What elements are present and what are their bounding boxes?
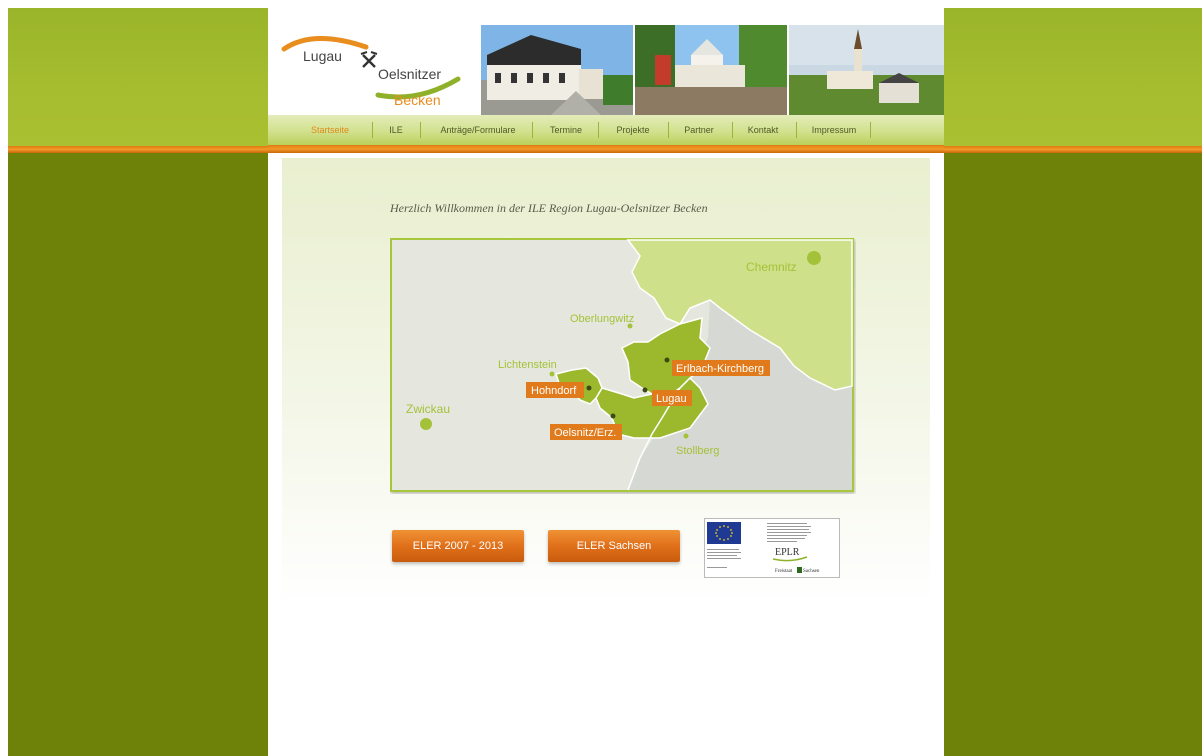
sachsen-text: Sachsen <box>803 569 820 574</box>
logo-word-oelsnitzer: Oelsnitzer <box>378 66 441 82</box>
nav-separator <box>372 122 373 138</box>
map-tag-hohndorf-label: Hohndorf <box>531 385 577 397</box>
map-tag-erlbach-label: Erlbach-Kirchberg <box>676 363 764 375</box>
map-label-zwickau: Zwickau <box>406 402 450 416</box>
nav-item-projekte[interactable]: Projekte <box>604 115 662 145</box>
nav-separator <box>668 122 669 138</box>
map-label-lichtenstein: Lichtenstein <box>498 359 557 371</box>
header-photo-church <box>789 25 944 115</box>
eler-2007-2013-button[interactable]: ELER 2007 - 2013 <box>392 530 524 562</box>
map-label-oberlungwitz: Oberlungwitz <box>570 313 634 325</box>
welcome-heading: Herzlich Willkommen in der ILE Region Lu… <box>390 201 708 215</box>
eplr-text: EPLR <box>775 547 800 558</box>
map-tag-erlbach-kirchberg[interactable]: Erlbach-Kirchberg <box>672 360 770 376</box>
nav-orange-stripe <box>268 145 944 153</box>
main-content: Herzlich Willkommen in der ILE Region Lu… <box>282 158 930 756</box>
hammer-pick-icon <box>360 51 378 68</box>
nav-item-partner[interactable]: Partner <box>674 115 724 145</box>
header: Lugau Oelsnitzer Becken <box>268 25 944 115</box>
logo-word-becken: Becken <box>394 92 441 108</box>
map-label-chemnitz: Chemnitz <box>746 260 797 274</box>
nav-separator <box>732 122 733 138</box>
nav-item-antraege-formulare[interactable]: Anträge/Formulare <box>428 115 528 145</box>
page-container: Lugau Oelsnitzer Becken Startseite ILE A… <box>268 8 944 756</box>
map-tag-lugau[interactable]: Lugau <box>652 390 692 406</box>
map-tag-hohndorf[interactable]: Hohndorf <box>526 382 584 398</box>
nav-item-kontakt[interactable]: Kontakt <box>738 115 788 145</box>
map-tag-lugau-label: Lugau <box>656 393 687 405</box>
header-photo-town-square <box>635 25 787 115</box>
nav-separator <box>420 122 421 138</box>
logo-word-lugau: Lugau <box>303 48 342 64</box>
site-logo[interactable]: Lugau Oelsnitzer Becken <box>268 25 481 115</box>
page-background: Lugau Oelsnitzer Becken Startseite ILE A… <box>8 8 1202 756</box>
nav-item-termine[interactable]: Termine <box>538 115 594 145</box>
nav-item-impressum[interactable]: Impressum <box>802 115 866 145</box>
nav-item-startseite[interactable]: Startseite <box>300 115 360 145</box>
freistaat-text: Freistaat <box>775 569 793 574</box>
map-tag-oelsnitz[interactable]: Oelsnitz/Erz. <box>550 424 622 440</box>
nav-separator <box>870 122 871 138</box>
map-tag-oelsnitz-label: Oelsnitz/Erz. <box>554 427 616 439</box>
nav-item-ile[interactable]: ILE <box>380 115 412 145</box>
region-map[interactable]: Chemnitz Oberlungwitz Lichtenstein Zwick… <box>390 238 856 494</box>
nav-separator <box>532 122 533 138</box>
header-photo-village-house <box>481 25 633 115</box>
eu-funding-logo[interactable]: EPLR Freistaat Sachsen <box>704 518 840 578</box>
main-nav: Startseite ILE Anträge/Formulare Termine… <box>268 115 944 145</box>
map-label-stollberg: Stollberg <box>676 445 719 457</box>
eler-sachsen-button[interactable]: ELER Sachsen <box>548 530 680 562</box>
nav-separator <box>598 122 599 138</box>
nav-separator <box>796 122 797 138</box>
